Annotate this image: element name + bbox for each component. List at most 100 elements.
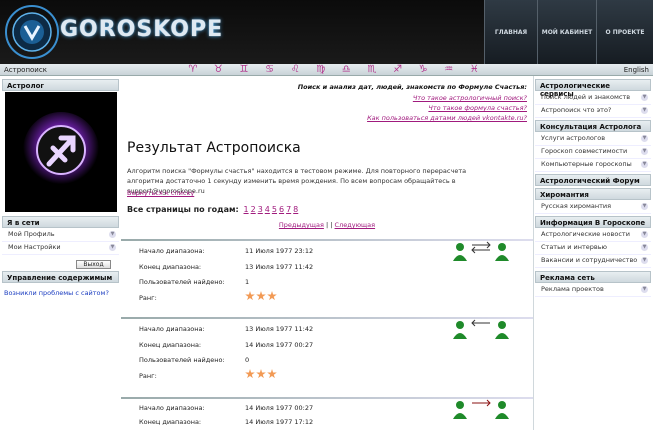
start-label: Начало диапазона: <box>139 325 205 333</box>
sidebar-item-settings[interactable]: Мои Настройки ▼ <box>2 243 119 255</box>
libra-icon[interactable]: ♎ <box>334 64 360 76</box>
nav-about[interactable]: О ПРОЕКТЕ <box>596 0 653 64</box>
end-value: 14 Июля 1977 00:27 <box>245 341 314 349</box>
found-value: 1 <box>245 278 250 286</box>
rank-stars <box>245 291 277 301</box>
pagination: Предыдущая | | Следующая <box>121 221 533 229</box>
found-label: Пользователей найдено: <box>139 278 225 286</box>
link-how-to-use[interactable]: Как пользоваться датами людей vkontakte.… <box>367 114 527 122</box>
chevron-down-icon: ▼ <box>641 231 648 238</box>
people-match-icon[interactable] <box>451 317 511 341</box>
prev-link[interactable]: Предыдущая <box>279 221 324 229</box>
next-link[interactable]: Следующая <box>335 221 376 229</box>
back-link[interactable]: Вернуться к списку <box>127 189 194 197</box>
scorpio-icon[interactable]: ♏ <box>359 64 385 76</box>
virgo-icon[interactable]: ♍ <box>308 64 334 76</box>
start-value: 11 Июля 1977 23:12 <box>245 247 314 255</box>
search-intro: Поиск и анализ дат, людей, знакомств по … <box>297 83 527 91</box>
capricorn-icon[interactable]: ♑ <box>410 64 436 76</box>
sidebar-item-profile[interactable]: Мой Профиль ▼ <box>2 230 119 242</box>
section-consultation[interactable]: Консультация Астролога <box>535 120 651 132</box>
start-label: Начало диапазона: <box>139 247 205 255</box>
chevron-down-icon: ▼ <box>109 231 116 238</box>
sidebar-item-news[interactable]: Астрологические новости ▼ <box>535 230 651 242</box>
aquarius-icon[interactable]: ♒ <box>436 64 462 76</box>
end-label: Конец диапазона: <box>139 418 202 426</box>
section-ads[interactable]: Реклама сеть <box>535 271 651 283</box>
chevron-down-icon: ▼ <box>641 107 648 114</box>
sidebar-item-label: Вакансии и сотрудничество <box>541 256 638 264</box>
aries-icon[interactable]: ♈ <box>180 64 206 76</box>
year-page-link[interactable]: 4 <box>265 205 270 214</box>
zodiac-logo-icon[interactable] <box>4 4 60 60</box>
astrologer-title: Астролог <box>2 79 119 91</box>
astrologer-avatar <box>5 92 117 212</box>
gemini-icon[interactable]: ♊ <box>231 64 257 76</box>
sidebar-item-label: Гороскоп совместимости <box>541 147 628 155</box>
year-page-link[interactable]: 2 <box>251 205 256 214</box>
site-logo-text[interactable]: GOROSKOPE <box>60 17 223 42</box>
main-content: Поиск и анализ дат, людей, знакомств по … <box>121 76 533 430</box>
link-what-is-formula[interactable]: Что такое формула счастья? <box>428 104 527 112</box>
chevron-down-icon: ▼ <box>641 94 648 101</box>
section-astro-services[interactable]: Астрологические сервисы <box>535 79 651 98</box>
chevron-down-icon: ▼ <box>641 161 648 168</box>
breadcrumb[interactable]: Астропоиск <box>4 66 47 74</box>
sidebar-item-label: Русская хиромантия <box>541 202 612 210</box>
start-value: 14 Июля 1977 00:27 <box>245 404 314 412</box>
chevron-down-icon: ▼ <box>641 203 648 210</box>
people-match-icon[interactable] <box>451 239 511 263</box>
end-label: Конец диапазона: <box>139 263 202 271</box>
chevron-down-icon: ▼ <box>641 286 648 293</box>
sidebar-item-astrologer-services[interactable]: Услуги астрологов ▼ <box>535 134 651 146</box>
year-page-link[interactable]: 3 <box>258 205 263 214</box>
result-block: Начало диапазона: 14 Июля 1977 00:27 Кон… <box>121 397 533 430</box>
problem-link[interactable]: Возникли проблемы с сайтом? <box>4 289 109 297</box>
nav-home[interactable]: ГЛАВНАЯ <box>484 0 537 64</box>
section-info[interactable]: Информация В Гороскопе <box>535 216 651 228</box>
online-title: Я в сети <box>2 216 119 228</box>
cancer-icon[interactable]: ♋ <box>257 64 283 76</box>
end-value: 14 Июля 1977 17:12 <box>245 418 314 426</box>
sagittarius-icon[interactable]: ♐ <box>385 64 411 76</box>
pisces-icon[interactable]: ♓ <box>462 64 488 76</box>
end-value: 13 Июля 1977 11:42 <box>245 263 314 271</box>
star-icon <box>267 369 277 379</box>
sidebar-item-astro-search[interactable]: Астропоиск что это? ▼ <box>535 106 651 118</box>
sidebar-item-computer-horoscopes[interactable]: Компьютерные гороскопы ▼ <box>535 160 651 172</box>
found-label: Пользователей найдено: <box>139 356 225 364</box>
sidebar-item-people-search[interactable]: Поиск людей и знакомств ▼ <box>535 93 651 105</box>
online-title-text: Я в сети <box>7 219 40 227</box>
sidebar-item-vacancies[interactable]: Вакансии и сотрудничество ▼ <box>535 256 651 268</box>
sidebar-item-label: Компьютерные гороскопы <box>541 160 632 168</box>
sidebar-item-label: Реклама проектов <box>541 285 604 293</box>
result-block: Начало диапазона: 13 Июля 1977 11:42 Кон… <box>121 317 533 397</box>
sidebar-item-russian-palmistry[interactable]: Русская хиромантия ▼ <box>535 202 651 214</box>
chevron-down-icon: ▼ <box>641 148 648 155</box>
year-page-link[interactable]: 6 <box>279 205 284 214</box>
star-icon <box>245 291 255 301</box>
sidebar-item-label: Мой Профиль <box>8 230 55 238</box>
language-link[interactable]: English <box>624 66 649 74</box>
logout-button[interactable]: Выход <box>76 260 111 269</box>
section-forum[interactable]: Астрологический Форум <box>535 174 651 186</box>
nav-cabinet[interactable]: МОЙ КАБИНЕТ <box>537 0 596 64</box>
sidebar-item-articles[interactable]: Статьи и интервью ▼ <box>535 243 651 255</box>
year-page-link[interactable]: 7 <box>286 205 291 214</box>
leo-icon[interactable]: ♌ <box>282 64 308 76</box>
chevron-down-icon: ▼ <box>641 244 648 251</box>
people-match-icon[interactable] <box>451 397 511 421</box>
year-page-link[interactable]: 1 <box>244 205 249 214</box>
year-page-link[interactable]: 5 <box>272 205 277 214</box>
pager-sep: | <box>330 221 333 229</box>
section-palmistry[interactable]: Хиромантия <box>535 188 651 200</box>
zodiac-signs-bar: ♈ ♉ ♊ ♋ ♌ ♍ ♎ ♏ ♐ ♑ ♒ ♓ <box>180 64 487 76</box>
content-management-title: Управление содержимым <box>2 271 119 283</box>
link-what-is-search[interactable]: Что такое астрологичный поиск? <box>413 94 527 102</box>
taurus-icon[interactable]: ♉ <box>206 64 232 76</box>
sidebar-item-ads[interactable]: Реклама проектов ▼ <box>535 285 651 297</box>
sidebar-item-compatibility[interactable]: Гороскоп совместимости ▼ <box>535 147 651 159</box>
year-page-link[interactable]: 8 <box>293 205 298 214</box>
sidebar-item-label: Статьи и интервью <box>541 243 608 251</box>
years-label: Все страницы по годам: <box>127 205 239 214</box>
